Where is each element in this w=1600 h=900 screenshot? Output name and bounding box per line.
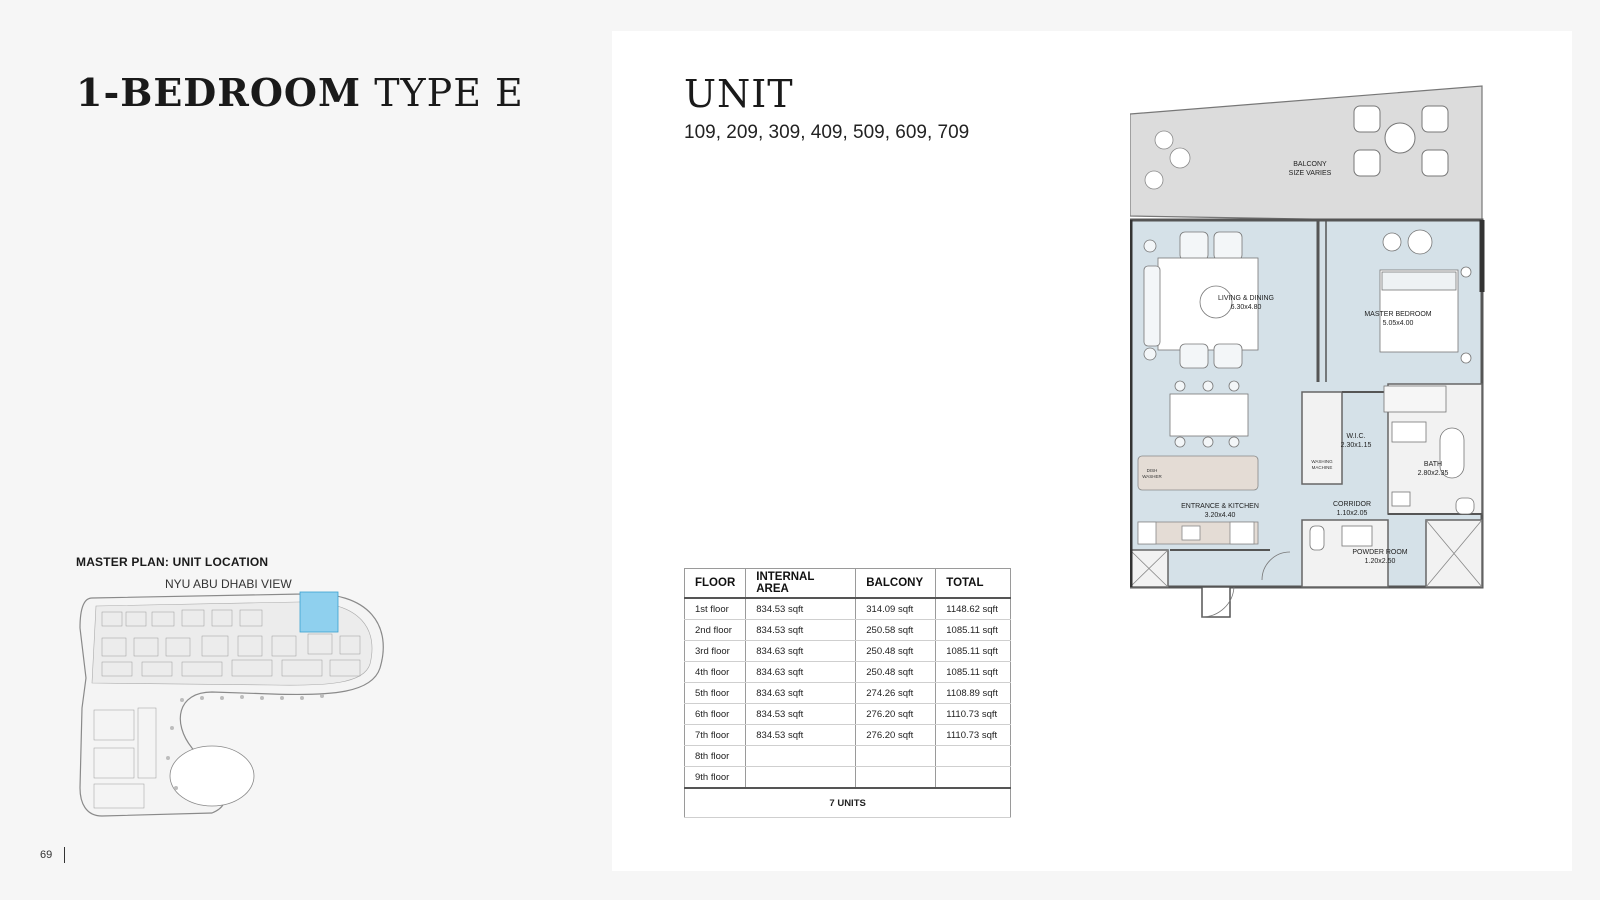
cell-internal	[745, 745, 857, 767]
table-row: 9th floor	[683, 766, 1012, 789]
header-balcony: BALCONY	[855, 568, 937, 599]
cell-balcony	[855, 745, 937, 767]
cell-balcony: 314.09 sqft	[855, 597, 937, 620]
cell-total: 1108.89 sqft	[935, 682, 1012, 704]
cell-internal: 834.53 sqft	[745, 703, 857, 725]
master-plan-drawing	[79, 591, 384, 817]
page-number: 69	[40, 848, 53, 861]
label-dishwasher-2: WASHER	[1142, 474, 1162, 479]
label-kitchen: ENTRANCE & KITCHEN	[1181, 503, 1259, 510]
table-row: 6th floor 834.53 sqft 276.20 sqft 1110.73 s…	[683, 703, 1012, 725]
cell-total: 1110.73 sqft	[935, 703, 1012, 725]
cell-floor: 7th floor	[683, 724, 747, 746]
label-bath-size: 2.80x2.35	[1418, 470, 1449, 477]
cell-balcony: 276.20 sqft	[855, 724, 937, 746]
table-row: 8th floor	[683, 745, 1012, 767]
table-header-row: FLOOR INTERNAL AREA BALCONY TOTAL	[683, 568, 1012, 599]
unit-floor-plan: BALCONY SIZE VARIES LIVING & DINING 6.30…	[1130, 85, 1485, 618]
label-washing-machine-2: MACHINE	[1312, 465, 1333, 470]
page-footer: 69	[40, 847, 66, 863]
header-total: TOTAL	[935, 568, 1012, 599]
table-total-row: 7 UNITS	[683, 787, 1012, 818]
label-powder-room-size: 1.20x2.50	[1365, 558, 1396, 565]
header-floor: FLOOR	[683, 568, 747, 599]
cell-internal: 834.53 sqft	[745, 724, 857, 746]
cell-balcony: 276.20 sqft	[855, 703, 937, 725]
cell-internal: 834.53 sqft	[745, 619, 857, 641]
title-bold: 1-BEDROOM	[76, 70, 362, 115]
cell-balcony: 274.26 sqft	[855, 682, 937, 704]
cell-floor: 1st floor	[683, 597, 747, 620]
label-kitchen-size: 3.20x4.40	[1205, 512, 1236, 519]
cell-total	[935, 766, 1012, 789]
cell-internal	[745, 766, 857, 789]
unit-heading: UNIT	[684, 72, 794, 116]
table-row: 2nd floor 834.53 sqft 250.58 sqft 1085.11 s…	[683, 619, 1012, 641]
cell-internal: 834.63 sqft	[745, 682, 857, 704]
master-plan-label: MASTER PLAN: UNIT LOCATION	[76, 555, 269, 569]
table-row: 3rd floor 834.63 sqft 250.48 sqft 1085.11 s…	[683, 640, 1012, 662]
cell-total: 1085.11 sqft	[935, 619, 1012, 641]
cell-balcony: 250.48 sqft	[855, 640, 937, 662]
label-master-bedroom: MASTER BEDROOM	[1364, 311, 1431, 318]
label-bath: BATH	[1424, 461, 1442, 468]
cell-internal: 834.63 sqft	[745, 661, 857, 683]
label-corridor: CORRIDOR	[1333, 501, 1371, 508]
cell-floor: 5th floor	[683, 682, 747, 704]
table-row: 1st floor 834.53 sqft 314.09 sqft 1148.62 s…	[683, 597, 1012, 620]
cell-total	[935, 745, 1012, 767]
cell-total: 1085.11 sqft	[935, 661, 1012, 683]
cell-floor: 6th floor	[683, 703, 747, 725]
header-internal-area: INTERNAL AREA	[745, 568, 857, 599]
cell-floor: 3rd floor	[683, 640, 747, 662]
cell-total: 1110.73 sqft	[935, 724, 1012, 746]
label-balcony-size: SIZE VARIES	[1289, 170, 1332, 177]
label-dishwasher: DISH	[1147, 468, 1158, 473]
label-balcony: BALCONY	[1293, 161, 1327, 168]
label-living: LIVING & DINING	[1218, 295, 1274, 302]
label-corridor-size: 1.10x2.05	[1337, 510, 1368, 517]
table-row: 4th floor 834.63 sqft 250.48 sqft 1085.11 s…	[683, 661, 1012, 683]
area-schedule-table: FLOOR INTERNAL AREA BALCONY TOTAL 1st fl…	[683, 568, 1012, 818]
footer-divider	[64, 847, 66, 863]
cell-total: 1085.11 sqft	[935, 640, 1012, 662]
table-row: 5th floor 834.63 sqft 274.26 sqft 1108.89 s…	[683, 682, 1012, 704]
cell-balcony: 250.48 sqft	[855, 661, 937, 683]
label-powder-room: POWDER ROOM	[1352, 549, 1407, 556]
cell-floor: 8th floor	[683, 745, 747, 767]
label-living-size: 6.30x4.80	[1231, 304, 1262, 311]
cell-floor: 9th floor	[683, 766, 747, 789]
cell-total: 1148.62 sqft	[935, 597, 1012, 620]
cell-internal: 834.63 sqft	[745, 640, 857, 662]
label-washing-machine: WASHING	[1311, 459, 1333, 464]
label-wic: W.I.C.	[1346, 433, 1365, 440]
title-light: TYPE E	[374, 71, 524, 115]
label-wic-size: 2.30x1.15	[1341, 442, 1372, 449]
cell-floor: 2nd floor	[683, 619, 747, 641]
label-master-bedroom-size: 5.05x4.00	[1383, 320, 1414, 327]
cell-balcony: 250.58 sqft	[855, 619, 937, 641]
page-title: 1-BEDROOM TYPE E	[76, 70, 524, 115]
cell-total-units: 7 UNITS	[683, 787, 1012, 818]
table-row: 7th floor 834.53 sqft 276.20 sqft 1110.73 s…	[683, 724, 1012, 746]
cell-floor: 4th floor	[683, 661, 747, 683]
cell-balcony	[855, 766, 937, 789]
cell-internal: 834.53 sqft	[745, 597, 857, 620]
unit-numbers: 109, 209, 309, 409, 509, 609, 709	[684, 122, 970, 143]
